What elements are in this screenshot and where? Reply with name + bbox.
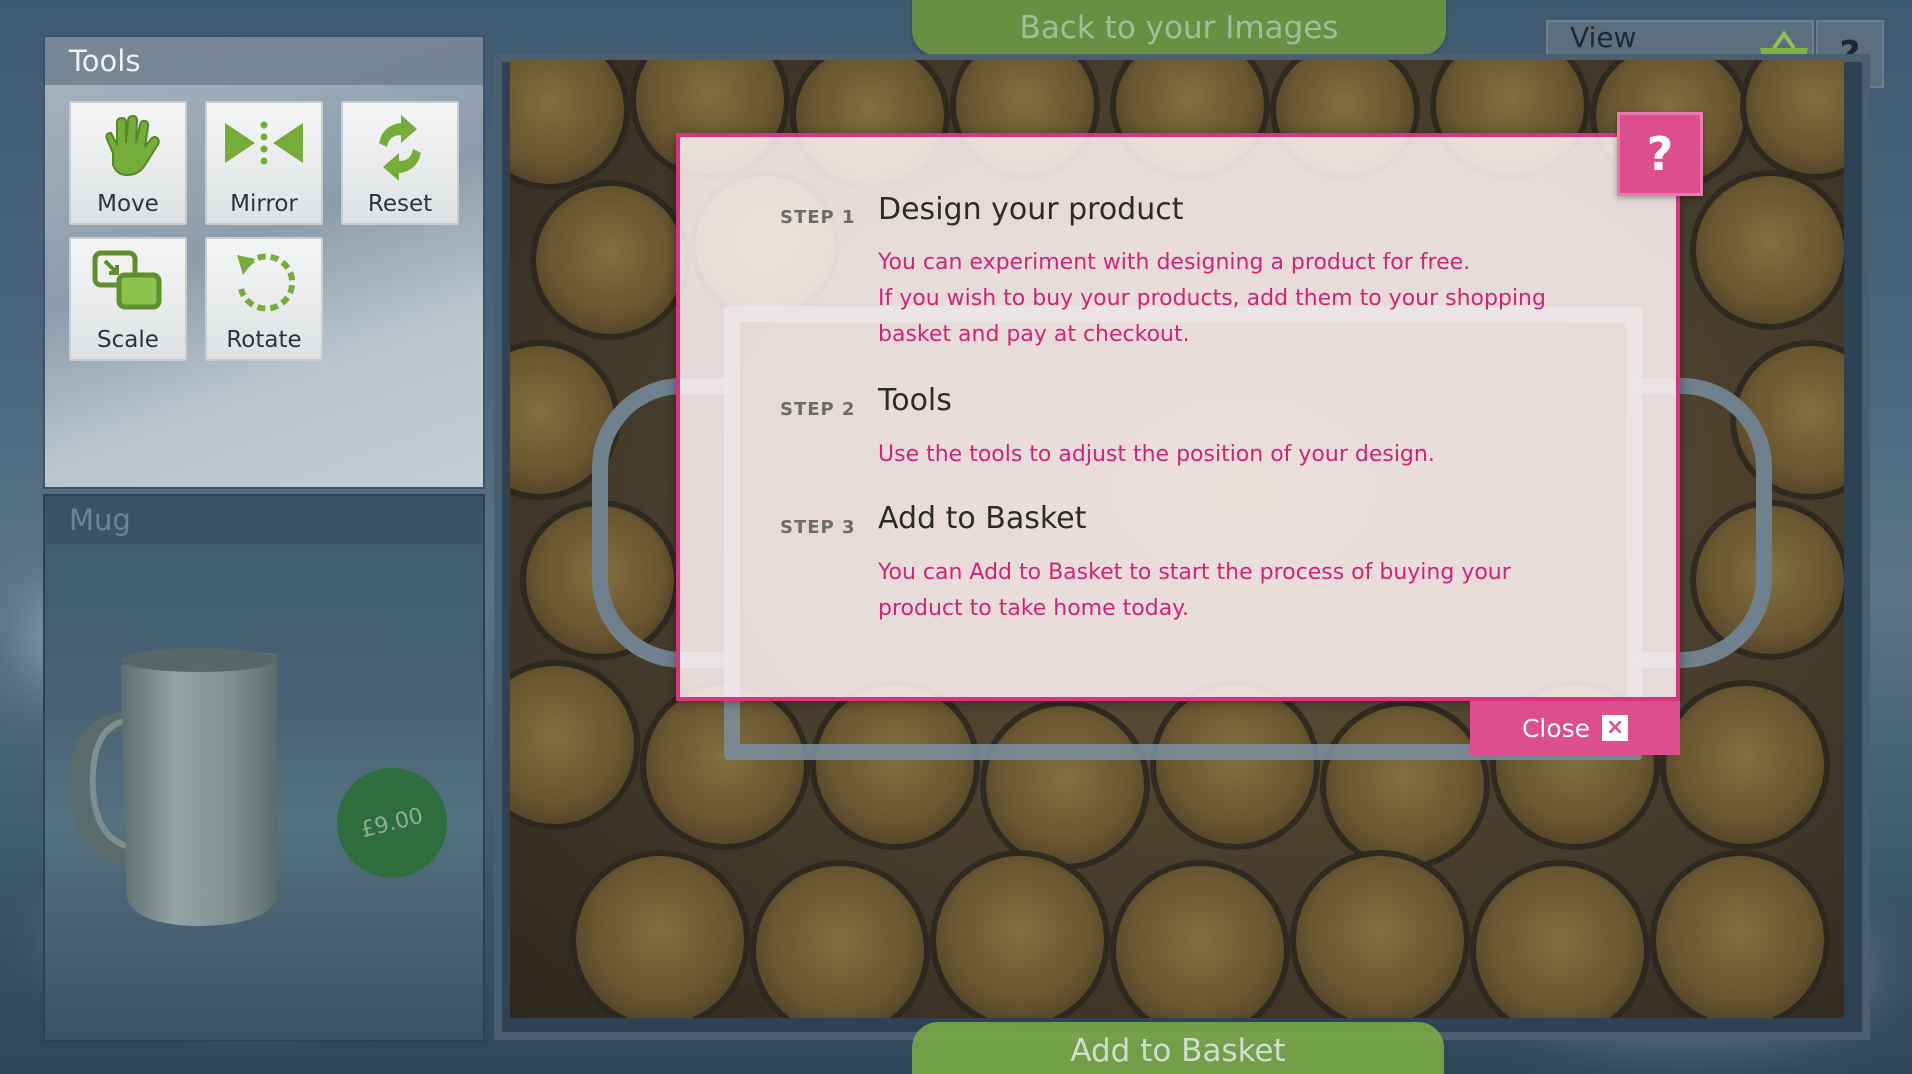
step2-text: Use the tools to adjust the position of … xyxy=(878,437,1578,473)
mirror-tool-button[interactable]: Mirror xyxy=(205,101,323,225)
add-to-basket-button[interactable]: Add to Basket xyxy=(912,1022,1444,1074)
mirror-tool-label: Mirror xyxy=(230,191,298,217)
step1-text: You can experiment with designing a prod… xyxy=(878,245,1578,353)
tools-title: Tools xyxy=(45,37,483,85)
step2-line1: Use the tools to adjust the position of … xyxy=(878,442,1435,467)
mirror-icon xyxy=(225,121,303,165)
dialog-help-icon[interactable]: ? xyxy=(1617,112,1703,196)
help-dialog: STEP 1 Design your product You can exper… xyxy=(676,133,1680,701)
scale-tool-label: Scale xyxy=(97,327,159,353)
step1-line3: basket and pay at checkout. xyxy=(878,322,1190,347)
product-panel: Mug £9.00 xyxy=(43,494,485,1042)
reset-tool-label: Reset xyxy=(367,191,433,217)
reset-icon xyxy=(379,115,421,181)
reset-tool-button[interactable]: Reset xyxy=(341,101,459,225)
scale-icon xyxy=(92,250,162,310)
step1-title: Design your product xyxy=(878,192,1184,227)
step1-label: STEP 1 xyxy=(780,207,856,228)
rotate-tool-label: Rotate xyxy=(226,327,302,353)
rotate-tool-button[interactable]: Rotate xyxy=(205,237,323,361)
hand-icon xyxy=(105,114,160,177)
step3-label: STEP 3 xyxy=(780,517,856,538)
close-dialog-button[interactable]: Close × xyxy=(1470,701,1680,755)
move-tool-label: Move xyxy=(97,191,159,217)
step1-line1: You can experiment with designing a prod… xyxy=(878,250,1471,275)
scale-tool-button[interactable]: Scale xyxy=(69,237,187,361)
step3-line1: You can Add to Basket to start the proce… xyxy=(878,560,1511,585)
product-title: Mug xyxy=(45,496,483,544)
tools-panel: Tools Move Mirror Reset Scale Rotate xyxy=(43,35,485,489)
back-to-images-button[interactable]: Back to your Images xyxy=(912,0,1446,56)
step3-text: You can Add to Basket to start the proce… xyxy=(878,555,1578,627)
step3-line2: product to take home today. xyxy=(878,596,1190,621)
step3-title: Add to Basket xyxy=(878,501,1087,536)
rotate-icon xyxy=(237,253,296,312)
step2-title: Tools xyxy=(878,383,952,418)
close-icon: × xyxy=(1602,715,1629,741)
step2-label: STEP 2 xyxy=(780,399,856,420)
move-tool-button[interactable]: Move xyxy=(69,101,187,225)
close-label: Close xyxy=(1521,713,1591,743)
step1-line2: If you wish to buy your products, add th… xyxy=(878,286,1546,311)
